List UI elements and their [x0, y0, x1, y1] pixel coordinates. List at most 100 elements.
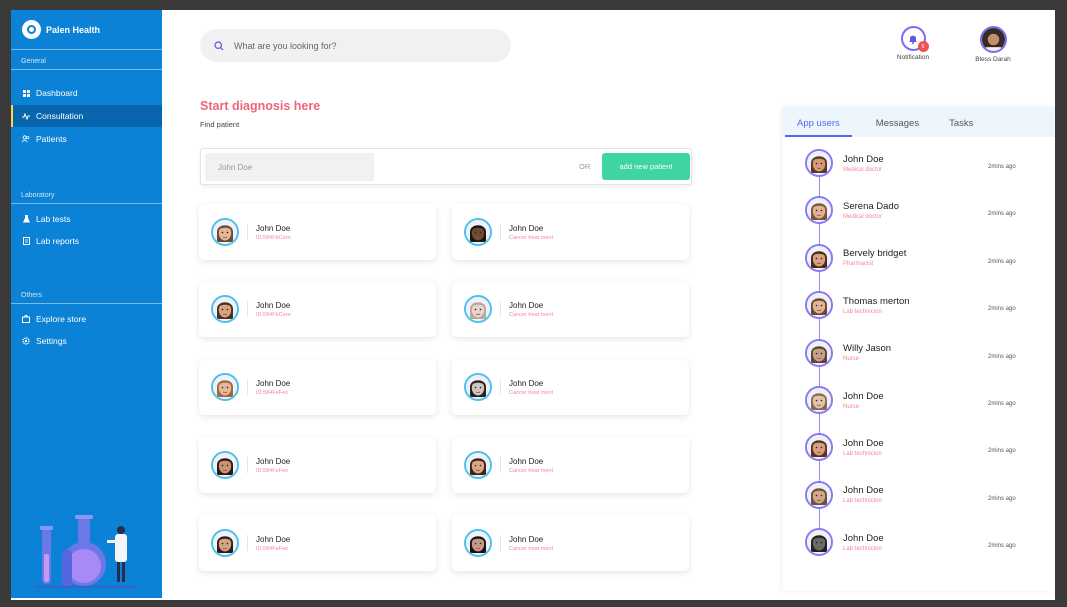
flask-icon	[22, 215, 30, 223]
user-name: John Doe	[843, 153, 884, 165]
patient-card[interactable]: John Doe Cancer treat ment	[452, 437, 689, 493]
user-role: Medical doctor	[843, 213, 883, 220]
sidebar-item-label: Lab tests	[36, 214, 71, 224]
user-name: John Doe	[843, 437, 884, 449]
patient-name: John Doe	[256, 534, 291, 544]
user-name: Serena Dado	[843, 200, 899, 212]
sidebar-item-patients[interactable]: Patients	[11, 128, 162, 150]
user-name: John Doe	[843, 390, 884, 402]
user-role: Lab technicion	[843, 498, 882, 505]
patient-name: John Doe	[509, 223, 544, 233]
sidebar-item-label: Lab reports	[36, 236, 79, 246]
list-item[interactable]: Willy Jason Nurse 2mins ago	[805, 338, 1050, 368]
patient-card[interactable]: John Doe ID:584FbCero	[199, 281, 436, 337]
list-item[interactable]: Bervely bridget Pharmacist 2mins ago	[805, 243, 1050, 273]
patient-card[interactable]: John Doe ID:584FeFeo	[199, 515, 436, 571]
tab-tasks[interactable]: Tasks	[937, 118, 985, 137]
patient-detail: ID:584FbCero	[256, 234, 291, 241]
patient-detail: Cancer treat ment	[509, 545, 554, 552]
grid-icon	[22, 89, 30, 97]
avatar	[464, 373, 492, 401]
divider	[500, 301, 501, 317]
patient-card[interactable]: John Doe ID:584FeFeo	[199, 437, 436, 493]
divider	[247, 535, 248, 551]
avatar	[805, 196, 833, 225]
brand-name: Palen Health	[46, 24, 101, 35]
sidebar-item-dashboard[interactable]: Dashboard	[11, 82, 162, 104]
list-item[interactable]: John Doe Lab technicion 2mins ago	[805, 527, 1050, 557]
patient-card[interactable]: John Doe Cancer treat ment	[452, 281, 689, 337]
notification-button[interactable]: 6 Notification	[883, 26, 943, 61]
patient-name: John Doe	[509, 378, 544, 388]
timestamp: 2mins ago	[988, 543, 1016, 550]
sidebar-item-consultation[interactable]: Consultation	[11, 105, 162, 127]
user-role: Lab technicion	[843, 545, 882, 552]
list-item[interactable]: John Doe Medical doctor 2mins ago	[805, 148, 1050, 178]
sidebar-item-explore-store[interactable]: Explore store	[11, 308, 162, 330]
search-input[interactable]	[234, 40, 474, 51]
list-item[interactable]: Serena Dado Medical doctor 2mins ago	[805, 195, 1050, 225]
patient-card[interactable]: John Doe ID:584FeFeo	[199, 359, 436, 415]
divider	[247, 457, 248, 473]
search-bar[interactable]	[200, 29, 511, 62]
patient-card[interactable]: John Doe Cancer treat ment	[452, 515, 689, 571]
avatar	[805, 291, 833, 320]
sidebar-item-lab-tests[interactable]: Lab tests	[11, 208, 162, 230]
sidebar-item-lab-reports[interactable]: Lab reports	[11, 230, 162, 252]
tab-app-users[interactable]: App users	[785, 118, 852, 137]
notification-label: Notification	[896, 54, 930, 61]
avatar	[464, 295, 492, 323]
avatar	[805, 433, 833, 462]
patient-name: John Doe	[256, 300, 291, 310]
patient-card[interactable]: John Doe ID:584FbCero	[199, 204, 436, 260]
add-new-patient-button[interactable]: add new patient	[602, 153, 690, 180]
sidebar-section-others: Others	[11, 284, 162, 304]
avatar	[805, 149, 833, 177]
divider	[247, 301, 248, 317]
timestamp: 2mins ago	[988, 306, 1016, 313]
patient-card[interactable]: John Doe Cancer treat ment	[452, 204, 689, 260]
avatar	[464, 451, 492, 479]
list-item[interactable]: John Doe Lab technicion 2mins ago	[805, 480, 1050, 510]
patient-detail: ID:584FeFeo	[256, 545, 289, 552]
notification-badge: 6	[917, 41, 929, 52]
brand[interactable]: Palen Health	[11, 10, 162, 50]
timestamp: 2mins ago	[988, 495, 1016, 502]
pulse-icon	[22, 112, 30, 120]
lab-illustration	[35, 515, 135, 588]
app-window: Palen Health General Dashboard Consultat…	[11, 10, 1055, 600]
list-item[interactable]: John Doe Nurse 2mins ago	[805, 385, 1050, 415]
sidebar-item-label: Explore store	[36, 314, 87, 324]
sidebar-item-settings[interactable]: Settings	[11, 330, 162, 352]
user-name: Thomas merton	[843, 295, 910, 307]
page-title: Start diagnosis here	[200, 99, 321, 113]
user-name: Bervely bridget	[843, 248, 907, 260]
avatar	[805, 243, 833, 272]
list-item[interactable]: John Doe Lab technicion 2mins ago	[805, 432, 1050, 462]
sidebar: Palen Health General Dashboard Consultat…	[11, 10, 162, 598]
tab-messages[interactable]: Messages	[864, 118, 931, 137]
avatar	[979, 26, 1007, 53]
find-patient-input[interactable]	[205, 153, 374, 181]
timestamp: 2mins ago	[988, 401, 1016, 407]
user-profile[interactable]: Bless Darah	[963, 26, 1023, 63]
users-icon	[22, 135, 30, 143]
list-item[interactable]: Thomas merton Lab technicion 2mins ago	[805, 290, 1050, 320]
document-icon	[22, 237, 30, 245]
gear-icon	[22, 337, 30, 345]
patient-detail: ID:584FeFeo	[256, 389, 289, 396]
avatar	[805, 528, 833, 557]
sidebar-section-general: General	[11, 50, 162, 70]
avatar	[464, 529, 492, 557]
patient-name: John Doe	[256, 456, 291, 466]
brand-logo-icon	[22, 20, 41, 39]
patient-name: John Doe	[509, 534, 544, 544]
patient-detail: Cancer treat ment	[509, 467, 554, 474]
avatar	[211, 451, 239, 479]
patient-card[interactable]: John Doe Cancer treat ment	[452, 359, 689, 415]
avatar	[211, 295, 239, 323]
sidebar-item-label: Dashboard	[36, 88, 78, 98]
divider	[247, 224, 248, 240]
patient-detail: Cancer treat ment	[509, 311, 554, 318]
bell-icon	[909, 35, 917, 44]
